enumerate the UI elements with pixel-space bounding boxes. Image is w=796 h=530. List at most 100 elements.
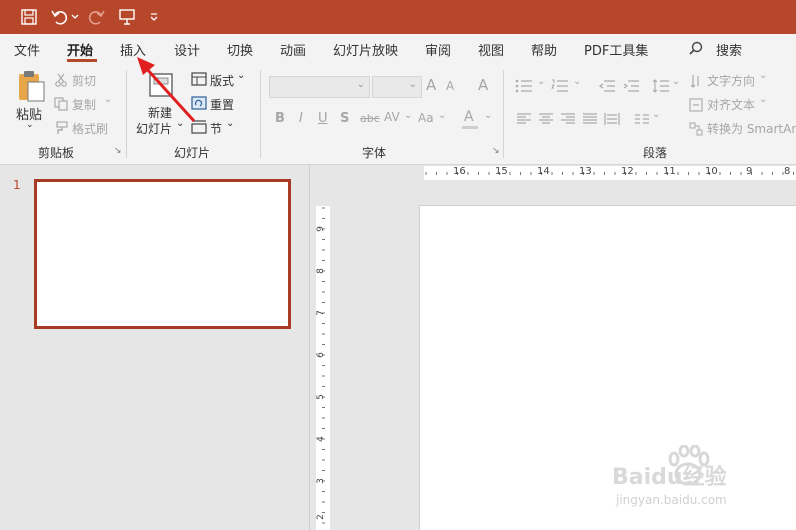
char-spacing-caret-icon[interactable]: ⌄ (404, 110, 412, 121)
slide-canvas[interactable] (420, 206, 796, 530)
redo-icon[interactable] (86, 6, 108, 28)
tab-help[interactable]: 帮助 (531, 40, 557, 59)
copy-caret-icon[interactable]: ⌄ (104, 94, 112, 105)
tab-transitions[interactable]: 切换 (227, 40, 253, 59)
font-color-swatch (462, 126, 478, 129)
font-color-button[interactable]: A (464, 109, 474, 125)
search-icon[interactable] (688, 41, 704, 61)
slide-thumbnail[interactable] (34, 179, 291, 329)
paste-caret-icon[interactable]: ⌄ (26, 120, 34, 130)
search-label[interactable]: 搜索 (716, 40, 742, 59)
active-tab-indicator (67, 59, 97, 62)
ruler-label: 2 (315, 514, 326, 520)
font-size-select[interactable]: ⌄ (372, 76, 422, 98)
change-case-caret-icon[interactable]: ⌄ (438, 110, 446, 121)
group-label-paragraph: 段落 (643, 146, 668, 160)
menu-bar: 文件 开始 插入 设计 切换 动画 幻灯片放映 审阅 视图 帮助 PDF工具集 … (0, 34, 796, 64)
tab-review[interactable]: 审阅 (425, 40, 451, 59)
increase-indent-icon[interactable] (622, 78, 640, 97)
font-size-caret-icon: ⌄ (408, 79, 417, 90)
align-left-icon[interactable] (516, 111, 532, 130)
convert-smartart-button[interactable]: 转换为 SmartArt (707, 120, 796, 137)
ruler-label: 8 (315, 268, 326, 274)
ruler-label: 3 (315, 478, 326, 484)
cut-button[interactable]: 剪切 (72, 72, 96, 89)
text-direction-caret-icon[interactable]: ⌄ (759, 70, 767, 81)
section-caret-icon[interactable]: ⌄ (226, 118, 234, 129)
columns-caret-icon[interactable]: ⌄ (652, 109, 660, 120)
line-spacing-icon[interactable] (652, 78, 670, 97)
ruler-label: 5 (315, 394, 326, 400)
layout-icon (191, 71, 207, 90)
shadow-button[interactable]: S (340, 111, 349, 126)
ruler-label: 6 (315, 352, 326, 358)
align-center-icon[interactable] (538, 111, 554, 130)
save-icon[interactable] (18, 6, 40, 28)
paste-icon[interactable] (16, 70, 46, 106)
underline-button[interactable]: U (318, 111, 328, 126)
format-painter-button[interactable]: 格式刷 (72, 120, 108, 137)
align-text-button[interactable]: 对齐文本 (707, 96, 755, 113)
new-slide-line1[interactable]: 新建 (148, 104, 172, 121)
shrink-font-icon[interactable]: A (446, 79, 454, 93)
group-divider (126, 70, 127, 158)
new-slide-icon[interactable] (146, 72, 174, 106)
italic-button[interactable]: I (299, 111, 303, 126)
tab-design[interactable]: 设计 (174, 40, 200, 59)
distributed-icon[interactable] (604, 111, 620, 130)
align-text-caret-icon[interactable]: ⌄ (759, 94, 767, 105)
columns-icon[interactable] (634, 111, 650, 130)
bullets-caret-icon[interactable]: ⌄ (537, 76, 545, 87)
presentation-start-icon[interactable] (116, 6, 138, 28)
dropdown-caret-icon[interactable] (70, 6, 80, 28)
format-painter-icon (54, 120, 68, 139)
strikethrough-button[interactable]: abc (360, 112, 380, 125)
new-slide-line2[interactable]: 幻灯片 (136, 120, 172, 137)
new-slide-caret-icon[interactable]: ⌄ (176, 118, 184, 129)
clear-format-icon[interactable]: A (478, 76, 488, 94)
bullets-icon[interactable] (515, 78, 533, 97)
ruler-label: 13 (579, 166, 592, 177)
tab-file[interactable]: 文件 (14, 40, 40, 59)
ribbon: 粘贴 ⌄ 剪切 复制 ⌄ 格式刷 剪贴板 ↘ 新建 幻灯片 ⌄ 版式 ⌄ 重置 … (0, 64, 796, 165)
layout-caret-icon[interactable]: ⌄ (237, 70, 245, 81)
ruler-label: 9 (746, 166, 753, 177)
ruler-label: 16 (453, 166, 466, 177)
change-case-button[interactable]: Aa (418, 111, 434, 125)
numbering-caret-icon[interactable]: ⌄ (573, 76, 581, 87)
tab-slideshow[interactable]: 幻灯片放映 (333, 40, 398, 59)
numbering-icon[interactable] (551, 78, 569, 97)
grow-font-icon[interactable]: A (426, 76, 436, 94)
undo-icon[interactable] (48, 6, 70, 28)
tab-pdf-tools[interactable]: PDF工具集 (584, 40, 648, 59)
vertical-ruler: 9 8 7 6 5 4 3 2 (316, 206, 330, 530)
ruler-label: 9 (315, 226, 326, 232)
smartart-icon (689, 121, 703, 140)
justify-icon[interactable] (582, 111, 598, 130)
section-button[interactable]: 节 (210, 120, 222, 137)
font-color-caret-icon[interactable]: ⌄ (484, 110, 492, 121)
tab-insert[interactable]: 插入 (120, 40, 146, 59)
char-spacing-button[interactable]: AV (384, 110, 400, 124)
reset-icon (191, 95, 207, 114)
copy-button[interactable]: 复制 (72, 96, 96, 113)
reset-button[interactable]: 重置 (210, 96, 234, 113)
layout-button[interactable]: 版式 (210, 72, 234, 89)
font-name-select[interactable]: ⌄ (269, 76, 370, 98)
font-name-caret-icon: ⌄ (356, 79, 365, 90)
tab-home[interactable]: 开始 (67, 40, 93, 59)
copy-icon (54, 96, 68, 115)
tab-view[interactable]: 视图 (478, 40, 504, 59)
text-direction-button[interactable]: 文字方向 (707, 72, 755, 89)
horizontal-ruler-ticks (425, 172, 794, 175)
bold-button[interactable]: B (275, 111, 285, 126)
font-launcher-icon[interactable]: ↘ (492, 146, 500, 156)
line-spacing-caret-icon[interactable]: ⌄ (672, 76, 680, 87)
decrease-indent-icon[interactable] (598, 78, 616, 97)
tab-animations[interactable]: 动画 (280, 40, 306, 59)
align-right-icon[interactable] (560, 111, 576, 130)
customize-caret-icon[interactable] (148, 6, 160, 28)
clipboard-launcher-icon[interactable]: ↘ (114, 146, 122, 156)
section-icon (191, 119, 207, 138)
group-divider (503, 70, 504, 158)
